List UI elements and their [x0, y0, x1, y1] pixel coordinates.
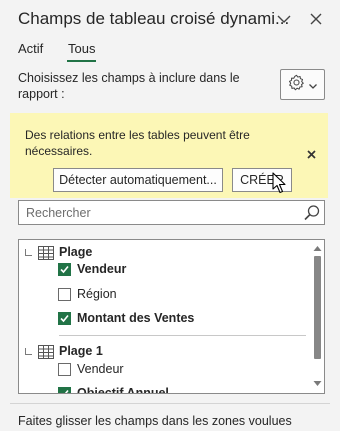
field-label-region[interactable]: Région — [77, 287, 117, 301]
close-icon[interactable] — [305, 8, 327, 30]
chevron-down-icon[interactable] — [273, 8, 295, 30]
field-label-montant-des-ventes[interactable]: Montant des Ventes — [77, 311, 194, 325]
banner-close-icon[interactable] — [303, 146, 319, 162]
tab-selected-indicator — [67, 60, 97, 62]
checkbox-vendeur[interactable] — [58, 263, 71, 276]
table-separator — [59, 335, 306, 336]
checkbox-region[interactable] — [58, 288, 71, 301]
tree-collapse-toggle[interactable] — [25, 249, 32, 256]
settings-button[interactable] — [280, 69, 325, 100]
table-name-plage[interactable]: Plage — [59, 245, 92, 259]
tab-tous[interactable]: Tous — [67, 41, 97, 62]
section-divider — [10, 403, 330, 404]
mouse-pointer-icon — [272, 172, 286, 194]
tree-collapse-toggle[interactable] — [25, 348, 32, 355]
detect-automatically-button[interactable]: Détecter automatiquement... — [53, 168, 223, 192]
field-label-objectif-annuel[interactable]: Objectif Annuel — [77, 386, 169, 393]
field-label-vendeur[interactable]: Vendeur — [77, 262, 126, 276]
table-icon — [38, 345, 54, 359]
field-label-vendeur-2[interactable]: Vendeur — [77, 362, 124, 376]
pane-title: Champs de tableau croisé dynami... — [18, 9, 290, 28]
gear-icon — [288, 74, 305, 96]
table-icon — [38, 246, 54, 260]
checkbox-vendeur-2[interactable] — [58, 363, 71, 376]
scroll-up-icon[interactable] — [313, 244, 322, 253]
search-field[interactable]: Rechercher — [18, 200, 325, 225]
scrollbar[interactable] — [310, 240, 324, 393]
table-name-plage-1[interactable]: Plage 1 — [59, 344, 103, 358]
tab-actif[interactable]: Actif — [18, 41, 43, 56]
footer-hint: Faites glisser les champs dans les zones… — [18, 414, 292, 428]
banner-message: Des relations entre les tables peuvent ê… — [25, 128, 250, 158]
search-placeholder: Rechercher — [26, 206, 91, 220]
scroll-down-icon[interactable] — [313, 379, 322, 388]
field-list[interactable]: Plage Vendeur Région Montant des Ventes … — [18, 239, 325, 394]
scrollbar-thumb[interactable] — [314, 256, 321, 359]
search-icon[interactable] — [303, 204, 321, 222]
checkbox-montant-des-ventes[interactable] — [58, 312, 71, 325]
tab-tous-label: Tous — [68, 41, 96, 56]
checkbox-objectif-annuel[interactable] — [58, 387, 71, 393]
settings-chevron-down-icon — [309, 76, 317, 94]
instructions-text: Choisissez les champs à inclure dans le … — [18, 71, 240, 101]
